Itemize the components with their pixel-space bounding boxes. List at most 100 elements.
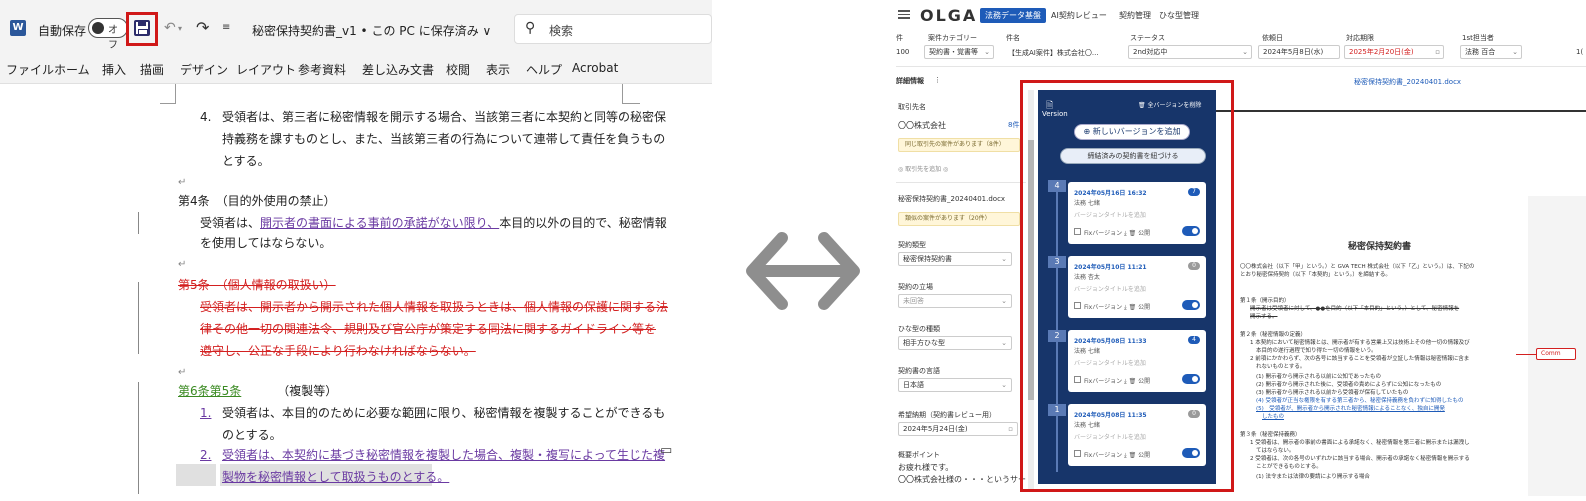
article-5-text-deleted: 律その他一切の関連法令、規則及び官公庁が策定する同法に関するガイドライン等を: [200, 322, 657, 336]
list-number: 1.: [200, 406, 212, 420]
doc-line: 〇〇株式会社（以下「甲」という。）と GVA TECH 株式会社（以下「乙」とい…: [1240, 264, 1475, 270]
search-input[interactable]: ⚲ 検索: [514, 14, 712, 44]
tab-references[interactable]: 参考資料: [298, 61, 346, 78]
partner-note[interactable]: 同じ取引先の案件があります（8件）: [898, 138, 1020, 152]
divider: [896, 66, 1586, 67]
partner-value[interactable]: 〇〇株式会社: [898, 120, 946, 131]
nav-tab-contract-mgmt[interactable]: 契約管理: [1114, 8, 1156, 23]
tab-draw[interactable]: 描画: [140, 61, 164, 78]
article-6-title: 第6条第5条 （複製等）: [178, 382, 337, 400]
article-4-text: 受領者は、開示者の書面による事前の承諾がない限り、本目的以外の目的で、秘密情報: [200, 214, 667, 232]
doc-line: れないものとする。: [1256, 364, 1306, 370]
search-placeholder: 検索: [549, 24, 574, 38]
tab-review[interactable]: 校閲: [446, 61, 470, 78]
desired-date-value: 2024年5月24日(金): [903, 425, 968, 433]
doc-line: ことができるものとする。: [1256, 464, 1322, 470]
para-4-line: とする。: [222, 154, 270, 168]
tab-layout[interactable]: レイアウト: [236, 61, 296, 78]
tab-insert[interactable]: 挿入: [102, 61, 126, 78]
para-4-line: 持義務を課すものとし、また、当該第三者の行為について連帯して責任を負うもの: [222, 132, 666, 146]
contract-type-select[interactable]: 秘密保持契約書 ⌄: [898, 252, 1012, 266]
doc-line: 第３条（秘密保持義務）: [1240, 432, 1301, 438]
tab-view[interactable]: 表示: [486, 61, 510, 78]
summary-text: お疲れ様です。: [898, 463, 954, 472]
calendar-icon: ▫: [1435, 48, 1440, 56]
tab-acrobat[interactable]: Acrobat: [572, 61, 618, 75]
desired-date-label: 希望納期（契約書レビュー用）: [898, 411, 996, 419]
nav-tab-legal-data[interactable]: 法務データ基盤: [980, 8, 1046, 23]
page-corner-right: [622, 84, 640, 104]
change-bar: [138, 282, 139, 354]
top-nav: OLGA 法務データ基盤 AI契約レビュー 契約管理 ひな型管理: [896, 0, 1586, 30]
file-note[interactable]: 類似の案件があります（20件）: [898, 212, 1020, 226]
toggle-knob: [92, 22, 104, 34]
article-5-text-deleted: 遵守し、公正な手段により行わなければならない。: [200, 344, 476, 358]
undo-dropdown-icon[interactable]: ▾: [178, 24, 182, 33]
file-link[interactable]: 秘密保持契約書_20240401.docx: [1354, 77, 1461, 87]
article-6-item-2-inserted: 製物を秘密情報として取扱うものとする。: [222, 470, 450, 484]
document-page[interactable]: 4. 受領者は、第三者に秘密情報を開示する場合、当該第三者に本契約と同等の秘密保…: [0, 84, 712, 501]
assignee-select[interactable]: 法務 百合 ⌄: [1460, 45, 1522, 59]
more-icon[interactable]: ⋮: [934, 76, 941, 84]
col-header-deadline: 対応期限: [1346, 34, 1374, 42]
category-select[interactable]: 契約書・覚書等 ⌄: [924, 45, 994, 59]
subject-value[interactable]: 【生成AI案件】株式会社〇...: [1008, 48, 1099, 58]
col-header-subject: 件名: [1006, 34, 1020, 42]
comment-icon[interactable]: ▭: [660, 442, 672, 460]
doc-line: とおり秘密保持契約（以下「本契約」という。）を締結する。: [1240, 272, 1391, 278]
customize-toolbar-icon[interactable]: ≡: [222, 22, 230, 33]
undo-icon[interactable]: ↶: [164, 20, 176, 36]
change-bar: [138, 382, 139, 494]
language-select[interactable]: 日本語 ⌄: [898, 378, 1012, 392]
tab-design[interactable]: デザイン: [180, 61, 228, 78]
add-partner-link[interactable]: ◎ 取引先を追加 ◎: [898, 164, 948, 173]
bidirectional-arrow-icon: [746, 232, 860, 310]
divider: [896, 182, 1026, 183]
language-value: 日本語: [903, 381, 924, 389]
document-title[interactable]: 秘密保持契約書_v1 • この PC に保存済み ∨: [252, 22, 491, 39]
contract-type-value: 秘密保持契約書: [903, 255, 952, 263]
article-4-title: 第4条 （目的外使用の禁止）: [178, 194, 336, 208]
renumbered-text: 第6条第5条: [178, 384, 242, 398]
partner-count[interactable]: 8件: [1008, 120, 1019, 130]
nav-tab-template-mgmt[interactable]: ひな型管理: [1154, 8, 1204, 23]
doc-line: 2 前項にかかわらず、次の各号に該当することを受領者が立証した情報は秘密情報に含…: [1250, 356, 1470, 362]
article-6-item-1: のとする。: [222, 428, 282, 442]
deadline-field[interactable]: 2025年2月20日(金) ▫: [1344, 45, 1444, 59]
status-select[interactable]: 2nd対応中 ⌄: [1128, 45, 1252, 59]
template-select[interactable]: 相手方ひな型 ⌄: [898, 336, 1012, 350]
nav-tab-ai-review[interactable]: AI契約レビュー: [1046, 8, 1112, 23]
request-date-value: 2024年5月8日(水): [1263, 48, 1324, 56]
inserted-text: 開示者の書面による事前の承諾がない限り、: [260, 216, 500, 230]
list-number: 2.: [200, 448, 212, 462]
comment-tag[interactable]: Comm: [1536, 348, 1576, 360]
word-window: W 自動保存 オフ ↶ ▾ ↷ ≡ 秘密保持契約書_v1 • この PC に保存…: [0, 0, 712, 501]
language-label: 契約書の言語: [898, 367, 940, 375]
position-label: 契約の立場: [898, 283, 933, 291]
menu-icon[interactable]: [898, 10, 910, 19]
chevron-down-icon: ⌄: [1001, 255, 1007, 263]
tab-mailings[interactable]: 差し込み文書: [362, 61, 434, 78]
tab-help[interactable]: ヘルプ: [526, 61, 562, 78]
tab-home[interactable]: ホーム: [54, 61, 90, 78]
desired-date-field[interactable]: 2024年5月24日(金) ▫: [898, 422, 1018, 436]
request-date-field[interactable]: 2024年5月8日(水): [1258, 45, 1340, 59]
chevron-down-icon: ⌄: [1001, 381, 1007, 389]
comment-pane: [1528, 196, 1586, 496]
text-run: 本目的以外の目的で、秘密情報: [499, 216, 667, 230]
col-header-assignee: 1st担当者: [1462, 34, 1494, 42]
summary-text: 〇〇株式会社様の・・・というサー: [898, 475, 1026, 484]
position-select[interactable]: 未回答 ⌄: [898, 294, 1012, 308]
template-value: 相手方ひな型: [903, 339, 945, 347]
autosave-toggle[interactable]: オフ: [88, 18, 128, 51]
summary-label: 概要ポイント: [898, 451, 940, 459]
autosave-state: オフ: [108, 25, 118, 51]
para-4-number: 4.: [200, 110, 212, 124]
highlight-version-panel-box: [1020, 80, 1234, 492]
paragraph-mark: ↵: [178, 259, 187, 270]
sidebar-file-name[interactable]: 秘密保持契約書_20240401.docx: [898, 194, 1005, 204]
tab-file[interactable]: ファイル: [6, 61, 54, 78]
template-label: ひな型の種類: [898, 325, 940, 333]
chevron-down-icon: ⌄: [1001, 297, 1007, 305]
redo-icon[interactable]: ↷: [196, 18, 209, 37]
